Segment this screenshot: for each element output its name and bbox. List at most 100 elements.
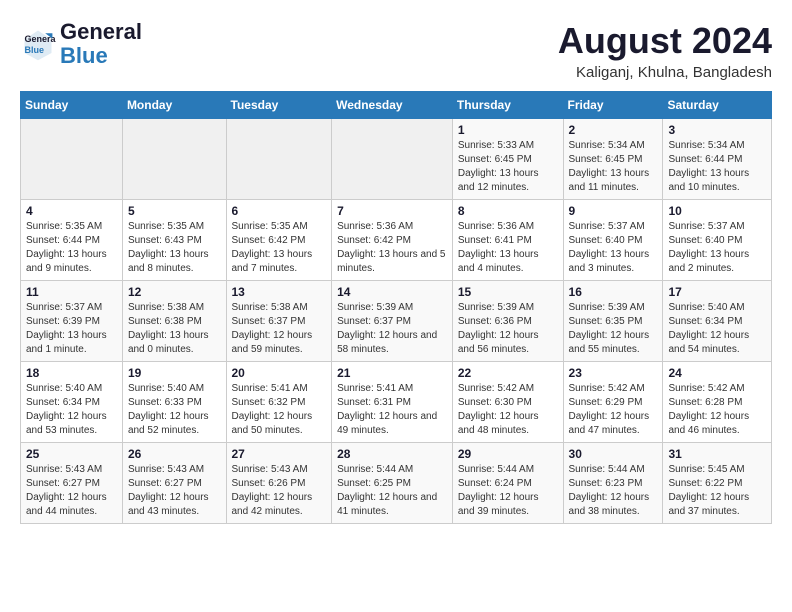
calendar-cell xyxy=(21,119,123,200)
col-header-monday: Monday xyxy=(122,92,226,119)
day-number: 23 xyxy=(569,366,658,380)
calendar-cell: 31 Sunrise: 5:45 AM Sunset: 6:22 PM Dayli… xyxy=(663,443,772,524)
calendar-cell: 10 Sunrise: 5:37 AM Sunset: 6:40 PM Dayli… xyxy=(663,200,772,281)
day-number: 31 xyxy=(668,447,766,461)
calendar-week-1: 1 Sunrise: 5:33 AM Sunset: 6:45 PM Daylig… xyxy=(21,119,772,200)
col-header-wednesday: Wednesday xyxy=(332,92,453,119)
day-number: 7 xyxy=(337,204,447,218)
day-number: 18 xyxy=(26,366,117,380)
day-number: 17 xyxy=(668,285,766,299)
day-info: Sunrise: 5:34 AM Sunset: 6:45 PM Dayligh… xyxy=(569,139,658,195)
day-number: 2 xyxy=(569,123,658,137)
day-info: Sunrise: 5:37 AM Sunset: 6:40 PM Dayligh… xyxy=(668,220,766,276)
day-info: Sunrise: 5:44 AM Sunset: 6:24 PM Dayligh… xyxy=(458,463,558,519)
day-number: 22 xyxy=(458,366,558,380)
title-area: August 2024 Kaliganj, Khulna, Bangladesh xyxy=(558,20,772,81)
day-info: Sunrise: 5:40 AM Sunset: 6:34 PM Dayligh… xyxy=(26,382,117,438)
calendar-cell: 27 Sunrise: 5:43 AM Sunset: 6:26 PM Dayli… xyxy=(226,443,332,524)
day-number: 9 xyxy=(569,204,658,218)
calendar-cell: 5 Sunrise: 5:35 AM Sunset: 6:43 PM Daylig… xyxy=(122,200,226,281)
calendar-cell: 25 Sunrise: 5:43 AM Sunset: 6:27 PM Dayli… xyxy=(21,443,123,524)
calendar-week-3: 11Sunrise: 5:37 AM Sunset: 6:39 PM Dayli… xyxy=(21,281,772,362)
day-info: Sunrise: 5:39 AM Sunset: 6:37 PM Dayligh… xyxy=(337,301,447,357)
calendar-header-row: SundayMondayTuesdayWednesdayThursdayFrid… xyxy=(21,92,772,119)
day-number: 15 xyxy=(458,285,558,299)
day-info: Sunrise: 5:42 AM Sunset: 6:28 PM Dayligh… xyxy=(668,382,766,438)
day-info: Sunrise: 5:45 AM Sunset: 6:22 PM Dayligh… xyxy=(668,463,766,519)
day-info: Sunrise: 5:41 AM Sunset: 6:32 PM Dayligh… xyxy=(232,382,327,438)
day-number: 20 xyxy=(232,366,327,380)
svg-text:Blue: Blue xyxy=(25,45,45,55)
calendar-cell: 29 Sunrise: 5:44 AM Sunset: 6:24 PM Dayli… xyxy=(452,443,563,524)
calendar-cell: 23 Sunrise: 5:42 AM Sunset: 6:29 PM Dayli… xyxy=(563,362,663,443)
day-number: 5 xyxy=(128,204,221,218)
day-number: 30 xyxy=(569,447,658,461)
calendar-cell: 20 Sunrise: 5:41 AM Sunset: 6:32 PM Dayli… xyxy=(226,362,332,443)
day-info: Sunrise: 5:44 AM Sunset: 6:23 PM Dayligh… xyxy=(569,463,658,519)
main-title: August 2024 xyxy=(558,20,772,62)
calendar-cell: 24 Sunrise: 5:42 AM Sunset: 6:28 PM Dayli… xyxy=(663,362,772,443)
day-number: 8 xyxy=(458,204,558,218)
day-number: 27 xyxy=(232,447,327,461)
day-info: Sunrise: 5:35 AM Sunset: 6:43 PM Dayligh… xyxy=(128,220,221,276)
day-number: 6 xyxy=(232,204,327,218)
logo: General Blue General Blue xyxy=(20,20,142,68)
day-number: 3 xyxy=(668,123,766,137)
day-info: Sunrise: 5:43 AM Sunset: 6:27 PM Dayligh… xyxy=(128,463,221,519)
day-info: Sunrise: 5:40 AM Sunset: 6:33 PM Dayligh… xyxy=(128,382,221,438)
day-info: Sunrise: 5:43 AM Sunset: 6:27 PM Dayligh… xyxy=(26,463,117,519)
calendar-cell: 18 Sunrise: 5:40 AM Sunset: 6:34 PM Dayli… xyxy=(21,362,123,443)
day-info: Sunrise: 5:43 AM Sunset: 6:26 PM Dayligh… xyxy=(232,463,327,519)
day-number: 10 xyxy=(668,204,766,218)
logo-icon: General Blue xyxy=(20,26,56,62)
day-info: Sunrise: 5:44 AM Sunset: 6:25 PM Dayligh… xyxy=(337,463,447,519)
col-header-thursday: Thursday xyxy=(452,92,563,119)
day-number: 24 xyxy=(668,366,766,380)
day-info: Sunrise: 5:37 AM Sunset: 6:40 PM Dayligh… xyxy=(569,220,658,276)
day-number: 1 xyxy=(458,123,558,137)
calendar-week-4: 18 Sunrise: 5:40 AM Sunset: 6:34 PM Dayli… xyxy=(21,362,772,443)
day-number: 4 xyxy=(26,204,117,218)
calendar-cell: 22 Sunrise: 5:42 AM Sunset: 6:30 PM Dayli… xyxy=(452,362,563,443)
calendar-cell: 30 Sunrise: 5:44 AM Sunset: 6:23 PM Dayli… xyxy=(563,443,663,524)
calendar-cell: 4Sunrise: 5:35 AM Sunset: 6:44 PM Daylig… xyxy=(21,200,123,281)
day-number: 19 xyxy=(128,366,221,380)
day-number: 16 xyxy=(569,285,658,299)
day-info: Sunrise: 5:42 AM Sunset: 6:30 PM Dayligh… xyxy=(458,382,558,438)
calendar-week-2: 4Sunrise: 5:35 AM Sunset: 6:44 PM Daylig… xyxy=(21,200,772,281)
day-number: 29 xyxy=(458,447,558,461)
day-number: 25 xyxy=(26,447,117,461)
day-number: 21 xyxy=(337,366,447,380)
day-info: Sunrise: 5:42 AM Sunset: 6:29 PM Dayligh… xyxy=(569,382,658,438)
calendar-cell: 11Sunrise: 5:37 AM Sunset: 6:39 PM Dayli… xyxy=(21,281,123,362)
calendar-cell: 13Sunrise: 5:38 AM Sunset: 6:37 PM Dayli… xyxy=(226,281,332,362)
day-number: 28 xyxy=(337,447,447,461)
day-info: Sunrise: 5:35 AM Sunset: 6:42 PM Dayligh… xyxy=(232,220,327,276)
calendar-cell xyxy=(226,119,332,200)
day-number: 26 xyxy=(128,447,221,461)
calendar-cell: 9 Sunrise: 5:37 AM Sunset: 6:40 PM Daylig… xyxy=(563,200,663,281)
day-number: 11 xyxy=(26,285,117,299)
header: General Blue General Blue August 2024 Ka… xyxy=(20,20,772,81)
calendar-cell: 12 Sunrise: 5:38 AM Sunset: 6:38 PM Dayli… xyxy=(122,281,226,362)
day-info: Sunrise: 5:40 AM Sunset: 6:34 PM Dayligh… xyxy=(668,301,766,357)
calendar-cell: 1 Sunrise: 5:33 AM Sunset: 6:45 PM Daylig… xyxy=(452,119,563,200)
calendar-cell: 16Sunrise: 5:39 AM Sunset: 6:35 PM Dayli… xyxy=(563,281,663,362)
day-number: 14 xyxy=(337,285,447,299)
day-info: Sunrise: 5:36 AM Sunset: 6:41 PM Dayligh… xyxy=(458,220,558,276)
day-info: Sunrise: 5:36 AM Sunset: 6:42 PM Dayligh… xyxy=(337,220,447,276)
col-header-saturday: Saturday xyxy=(663,92,772,119)
calendar-table: SundayMondayTuesdayWednesdayThursdayFrid… xyxy=(20,91,772,524)
day-info: Sunrise: 5:34 AM Sunset: 6:44 PM Dayligh… xyxy=(668,139,766,195)
day-info: Sunrise: 5:33 AM Sunset: 6:45 PM Dayligh… xyxy=(458,139,558,195)
calendar-cell: 17 Sunrise: 5:40 AM Sunset: 6:34 PM Dayli… xyxy=(663,281,772,362)
day-number: 13 xyxy=(232,285,327,299)
day-info: Sunrise: 5:38 AM Sunset: 6:38 PM Dayligh… xyxy=(128,301,221,357)
calendar-cell: 15 Sunrise: 5:39 AM Sunset: 6:36 PM Dayli… xyxy=(452,281,563,362)
calendar-cell: 7 Sunrise: 5:36 AM Sunset: 6:42 PM Daylig… xyxy=(332,200,453,281)
calendar-cell: 28 Sunrise: 5:44 AM Sunset: 6:25 PM Dayli… xyxy=(332,443,453,524)
day-info: Sunrise: 5:39 AM Sunset: 6:36 PM Dayligh… xyxy=(458,301,558,357)
calendar-week-5: 25 Sunrise: 5:43 AM Sunset: 6:27 PM Dayli… xyxy=(21,443,772,524)
day-number: 12 xyxy=(128,285,221,299)
col-header-sunday: Sunday xyxy=(21,92,123,119)
